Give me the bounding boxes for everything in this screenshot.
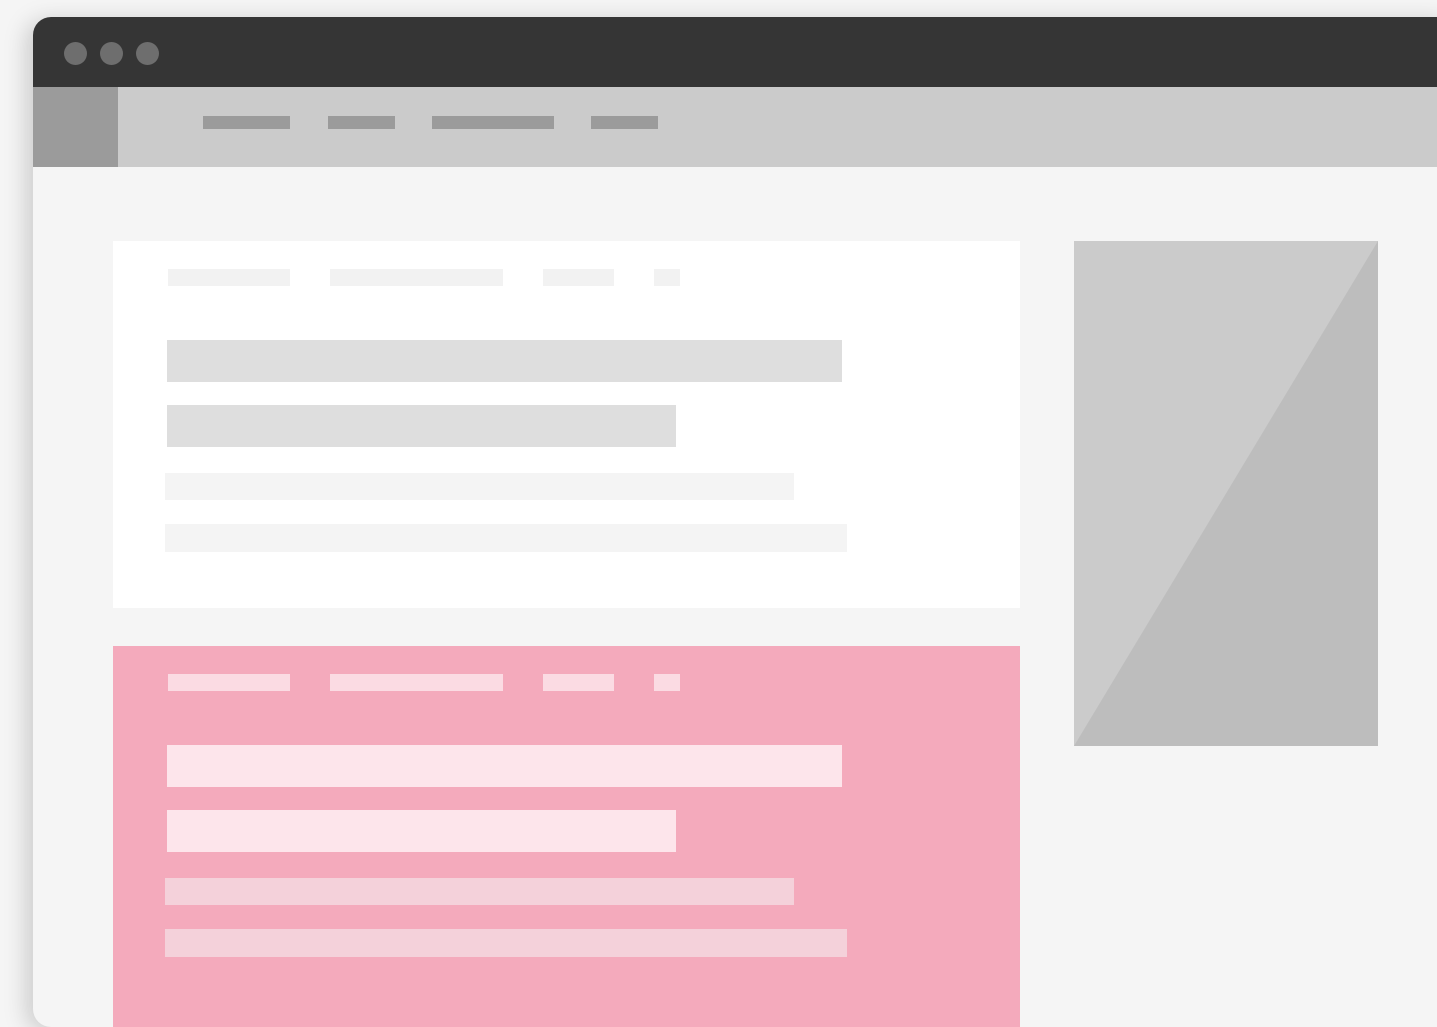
highlighted-article-card[interactable] (113, 646, 1020, 1027)
maximize-window-dot-icon[interactable] (136, 42, 159, 65)
image-placeholder-icon (1074, 241, 1378, 746)
article-card[interactable] (113, 241, 1020, 608)
nav-link-placeholder-4[interactable] (591, 116, 658, 129)
headline-placeholder-line (167, 340, 842, 382)
close-window-dot-icon[interactable] (64, 42, 87, 65)
meta-placeholder (330, 674, 503, 691)
meta-placeholder (168, 674, 290, 691)
body-text-placeholder-line (165, 878, 794, 905)
logo-placeholder-icon[interactable] (33, 87, 118, 167)
meta-placeholder (330, 269, 503, 286)
headline-placeholder-line (167, 745, 842, 787)
headline-placeholder-line (167, 405, 676, 447)
meta-placeholder (654, 269, 680, 286)
site-navbar (33, 87, 1437, 167)
image-placeholder-graphic (1074, 241, 1378, 746)
nav-link-placeholder-1[interactable] (203, 116, 290, 129)
minimize-window-dot-icon[interactable] (100, 42, 123, 65)
body-text-placeholder-line (165, 929, 847, 957)
body-text-placeholder-line (165, 473, 794, 500)
browser-window (33, 17, 1437, 1027)
meta-placeholder (543, 674, 614, 691)
meta-placeholder (654, 674, 680, 691)
nav-link-placeholder-3[interactable] (432, 116, 554, 129)
nav-link-placeholder-2[interactable] (328, 116, 395, 129)
meta-placeholder (168, 269, 290, 286)
meta-placeholder (543, 269, 614, 286)
window-titlebar (33, 17, 1437, 87)
body-text-placeholder-line (165, 524, 847, 552)
headline-placeholder-line (167, 810, 676, 852)
